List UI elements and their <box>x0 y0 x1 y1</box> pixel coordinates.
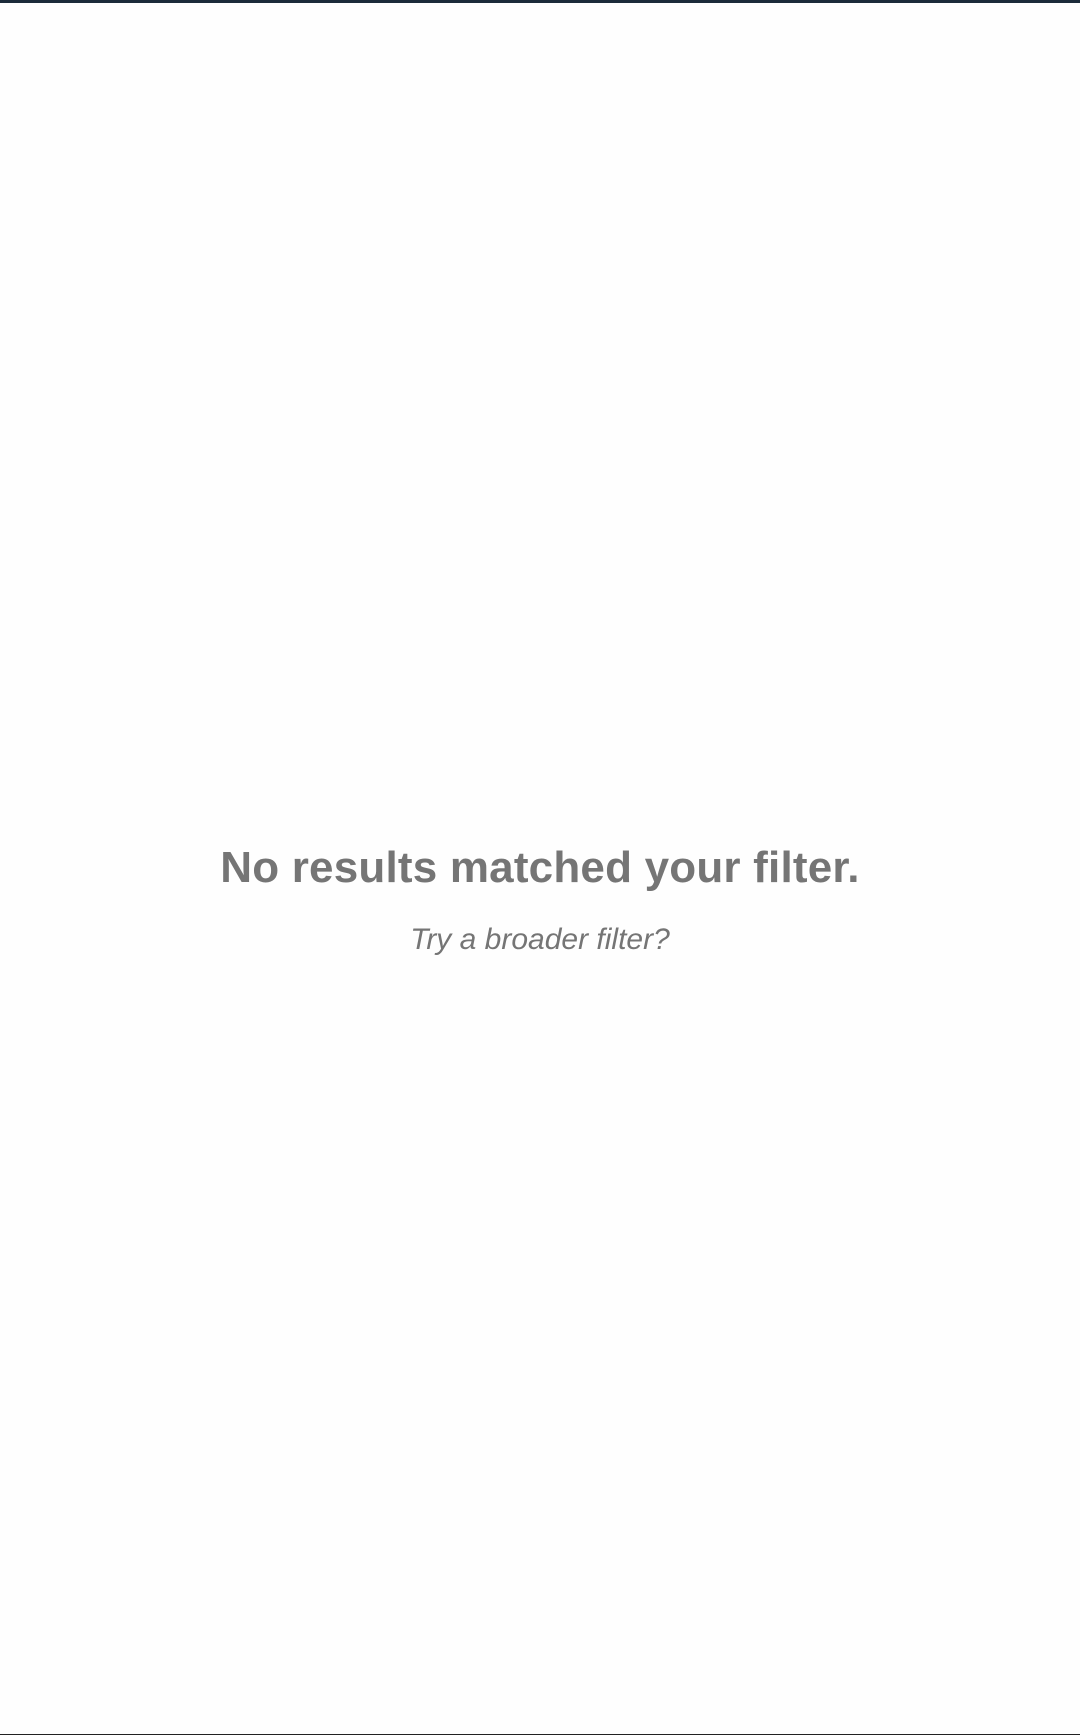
empty-state-title: No results matched your filter. <box>220 843 860 892</box>
empty-results-state: No results matched your filter. Try a br… <box>0 838 1080 960</box>
empty-state-subtitle: Try a broader filter? <box>410 923 670 956</box>
top-app-bar-edge <box>0 0 1080 3</box>
